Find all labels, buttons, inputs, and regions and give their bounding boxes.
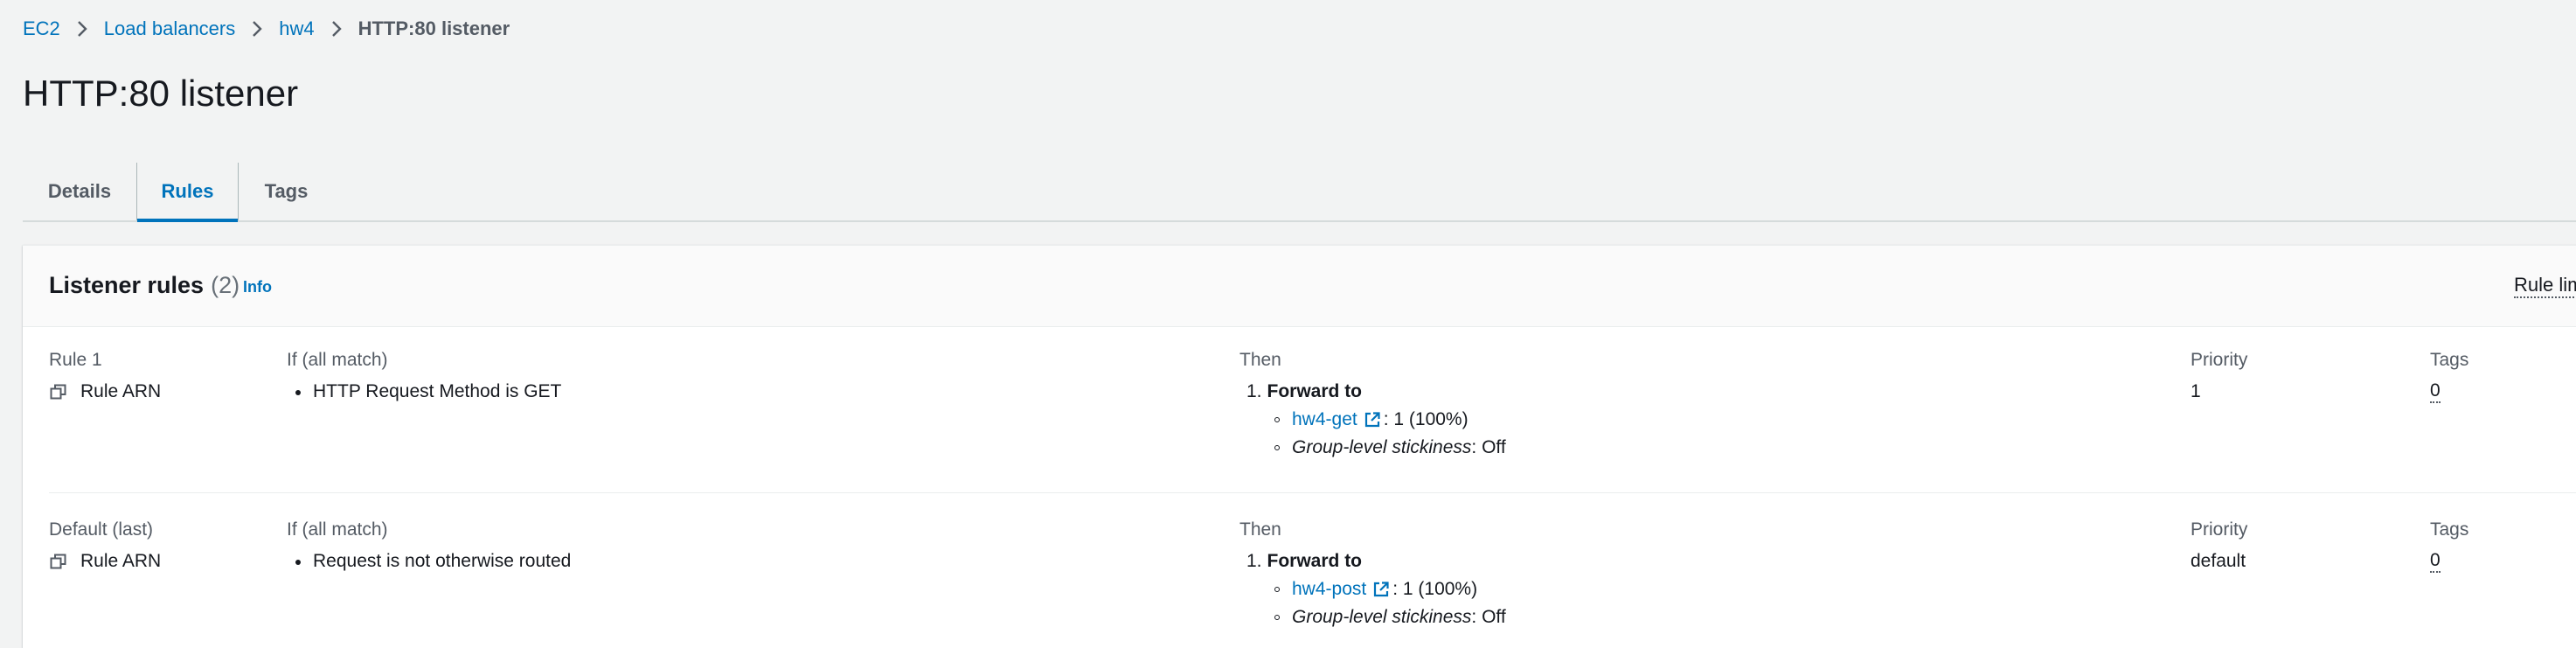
rule-priority-cell: Priority default	[2191, 519, 2365, 573]
external-link-icon[interactable]	[1363, 410, 1382, 429]
rule-count: (2)	[211, 272, 240, 298]
rule-name: Rule 1	[49, 350, 102, 370]
condition-item: HTTP Request Method is GET	[287, 380, 1161, 403]
target-group-item: hw4-post : 1 (100%)	[1239, 578, 2114, 601]
breadcrumb-current: HTTP:80 listener	[358, 17, 510, 39]
rule-actions-cell: Then 1. Forward to hw4-get : 1 (100%) Gr…	[1239, 349, 2114, 459]
panel-header: Listener rules(2) Info Rule limits	[23, 246, 2576, 327]
row-divider	[49, 492, 2576, 493]
then-label: Then	[1239, 519, 1281, 540]
rule-arn-label: Rule ARN	[80, 551, 162, 571]
if-label: If (all match)	[287, 350, 388, 370]
action-number: 1.	[1246, 381, 1262, 401]
rule-name: Default (last)	[49, 519, 154, 540]
tab-list: Details Rules Tags	[23, 163, 2576, 222]
panel-title-text: Listener rules	[49, 272, 205, 298]
tab-details[interactable]: Details	[23, 163, 136, 220]
tab-rules[interactable]: Rules	[136, 163, 238, 222]
stickiness-value: : Off	[1471, 607, 1506, 627]
stickiness-label: Group-level stickiness	[1292, 437, 1472, 457]
breadcrumb: EC2 Load balancers hw4 HTTP:80 listener	[23, 17, 510, 40]
tags-count-link[interactable]: 0	[2430, 550, 2441, 573]
stickiness-value: : Off	[1471, 437, 1506, 457]
rule-name-cell: Rule 1 Rule ARN	[49, 349, 276, 403]
info-link[interactable]: Info	[243, 278, 272, 296]
page-title: HTTP:80 listener	[23, 73, 299, 114]
chevron-right-icon	[251, 19, 263, 38]
stickiness-item: Group-level stickiness: Off	[1239, 436, 2114, 459]
breadcrumb-ec2[interactable]: EC2	[23, 17, 60, 40]
rule-tags-cell: Tags 0	[2430, 519, 2576, 573]
copy-icon[interactable]	[49, 382, 68, 401]
stickiness-item: Group-level stickiness: Off	[1239, 606, 2114, 629]
breadcrumb-load-balancers[interactable]: Load balancers	[104, 17, 235, 40]
target-group-link[interactable]: hw4-get	[1292, 408, 1357, 431]
rule-conditions-cell: If (all match) HTTP Request Method is GE…	[287, 349, 1161, 403]
action-type: Forward to	[1267, 551, 1363, 571]
priority-label: Priority	[2191, 519, 2248, 540]
rule-priority-cell: Priority 1	[2191, 349, 2365, 403]
target-group-link[interactable]: hw4-post	[1292, 578, 1366, 601]
action-type: Forward to	[1267, 381, 1363, 401]
listener-rules-panel: Listener rules(2) Info Rule limits Rule …	[23, 245, 2576, 648]
stickiness-label: Group-level stickiness	[1292, 607, 1472, 627]
tags-label: Tags	[2430, 519, 2469, 540]
tags-count-link[interactable]: 0	[2430, 380, 2441, 403]
target-weight: : 1 (100%)	[1383, 409, 1469, 429]
rule-row: Default (last) Rule ARN If (all match) R…	[23, 492, 2576, 636]
chevron-right-icon	[330, 19, 343, 38]
if-label: If (all match)	[287, 519, 388, 540]
rule-limits-link[interactable]: Rule limits	[2514, 274, 2576, 298]
rule-row: Rule 1 Rule ARN If (all match) HTTP Requ…	[23, 349, 2576, 492]
tags-label: Tags	[2430, 350, 2469, 370]
rule-actions-cell: Then 1. Forward to hw4-post : 1 (100%) G…	[1239, 519, 2114, 629]
condition-item: Request is not otherwise routed	[287, 550, 1161, 573]
rule-tags-cell: Tags 0	[2430, 349, 2576, 403]
external-link-icon[interactable]	[1371, 580, 1391, 599]
action-number: 1.	[1246, 551, 1262, 571]
panel-title: Listener rules (2)	[49, 272, 240, 299]
copy-icon[interactable]	[49, 552, 68, 571]
priority-value: default	[2191, 551, 2246, 571]
rule-name-cell: Default (last) Rule ARN	[49, 519, 276, 573]
then-label: Then	[1239, 350, 1281, 370]
target-weight: : 1 (100%)	[1392, 579, 1478, 599]
breadcrumb-hw4[interactable]: hw4	[279, 17, 314, 40]
priority-label: Priority	[2191, 350, 2248, 370]
rule-arn-label: Rule ARN	[80, 381, 162, 401]
rule-conditions-cell: If (all match) Request is not otherwise …	[287, 519, 1161, 573]
priority-value: 1	[2191, 381, 2201, 401]
tab-tags[interactable]: Tags	[238, 163, 334, 220]
chevron-right-icon	[76, 19, 88, 38]
target-group-item: hw4-get : 1 (100%)	[1239, 408, 2114, 431]
